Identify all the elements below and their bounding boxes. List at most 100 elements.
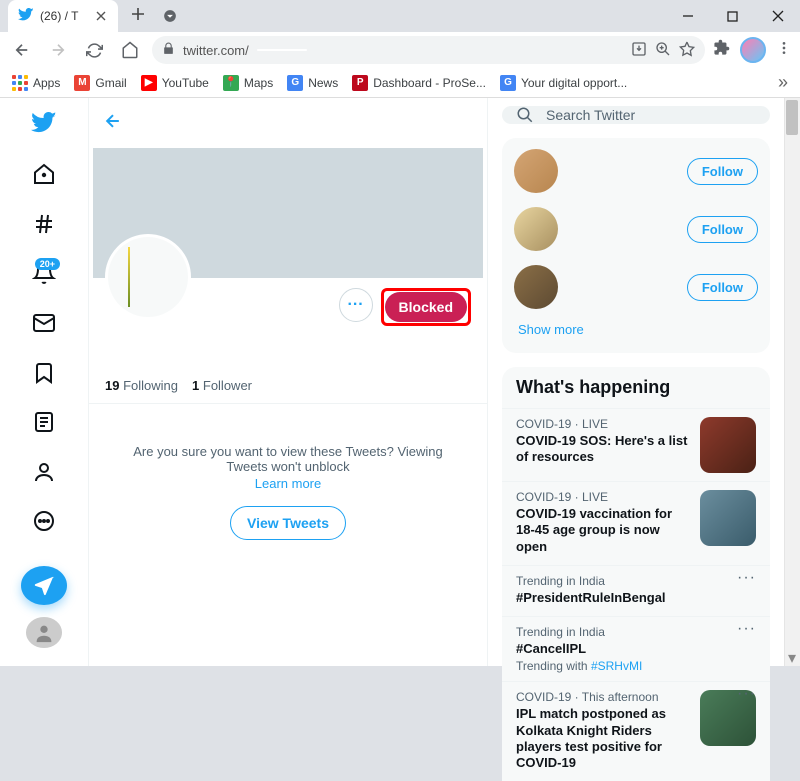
search-input[interactable]: Search Twitter: [502, 106, 770, 124]
nav-explore[interactable]: [22, 205, 66, 243]
trend-title: #CancelIPL: [516, 641, 756, 657]
bookmark-item[interactable]: ▶YouTube: [141, 75, 209, 91]
trend-title: #PresidentRuleInBengal: [516, 590, 756, 606]
bookmark-item[interactable]: GNews: [287, 75, 338, 91]
learn-more-link[interactable]: Learn more: [119, 476, 457, 491]
trend-thumbnail: [700, 417, 756, 473]
avatar: [514, 207, 558, 251]
nav-profile[interactable]: [22, 453, 66, 491]
home-button[interactable]: [116, 36, 144, 64]
avatar: [514, 265, 558, 309]
twitter-logo-icon[interactable]: [22, 106, 66, 144]
browser-toolbar: twitter.com/: [0, 32, 800, 68]
viewport: ▴ ▾ 20+: [0, 98, 800, 666]
nav-notifications[interactable]: 20+: [22, 255, 66, 293]
bookmark-label: Your digital opport...: [521, 76, 627, 90]
nav-home[interactable]: [22, 156, 66, 194]
bookmark-favicon-icon: G: [287, 75, 303, 91]
who-to-follow-card: Follow Follow Follow Show more: [502, 138, 770, 353]
trend-item[interactable]: COVID-19 · LIVE COVID-19 SOS: Here's a li…: [502, 408, 770, 481]
trend-meta: Trending in India: [516, 574, 756, 588]
trend-item[interactable]: COVID-19 · LIVECOVID-19 vaccination for …: [502, 481, 770, 565]
trend-more-icon[interactable]: ···: [737, 627, 756, 631]
right-sidebar: Search Twitter Follow Follow Follow Show…: [488, 98, 784, 666]
profile-avatar[interactable]: [105, 234, 191, 320]
trend-title: COVID-19 SOS: Here's a list of resources: [516, 433, 690, 466]
nav-more[interactable]: [22, 503, 66, 541]
trend-item[interactable]: Trending in India #CancelIPL Trending with…: [502, 616, 770, 681]
tab-search-icon[interactable]: [152, 9, 188, 23]
bookmarks-overflow-icon[interactable]: »: [778, 72, 788, 93]
install-app-icon[interactable]: [631, 41, 647, 60]
compose-tweet-button[interactable]: [21, 566, 67, 605]
close-window-button[interactable]: [755, 0, 800, 32]
nav-messages[interactable]: [22, 304, 66, 342]
blocked-highlight: Blocked: [381, 288, 471, 326]
url-host: twitter.com/: [183, 43, 249, 58]
bookmark-favicon-icon: G: [500, 75, 516, 91]
bookmark-favicon-icon: ▶: [141, 75, 157, 91]
bookmark-label: Maps: [244, 76, 273, 90]
trend-hashtag-link[interactable]: #SRHvMI: [591, 659, 642, 673]
back-button[interactable]: [8, 36, 36, 64]
whats-happening-header: What's happening: [502, 367, 770, 408]
scrollbar[interactable]: ▴ ▾: [784, 98, 800, 666]
trend-title: COVID-19 vaccination for 18-45 age group…: [516, 506, 690, 555]
trend-thumbnail: [700, 690, 756, 746]
window-title-bar: (26) / T: [0, 0, 800, 32]
trend-meta: Trending in India: [516, 625, 756, 639]
profile-avatar-icon[interactable]: [740, 37, 766, 63]
bookmark-favicon-icon: M: [74, 75, 90, 91]
profile-strip: ··· Blocked: [89, 278, 487, 332]
whats-happening-card: What's happening COVID-19 · LIVECOVID-19…: [502, 367, 770, 781]
trend-more-icon[interactable]: ···: [737, 692, 756, 696]
trend-item[interactable]: Trending in India #PresidentRuleInBengal ·…: [502, 565, 770, 616]
follow-button[interactable]: Follow: [687, 274, 758, 301]
trend-item[interactable]: COVID-19 · This afternoonIPL match postp…: [502, 681, 770, 781]
bookmark-star-icon[interactable]: [679, 41, 695, 60]
menu-icon[interactable]: [776, 40, 792, 61]
account-switcher[interactable]: [26, 617, 62, 648]
profile-more-button[interactable]: ···: [339, 288, 373, 322]
blocked-button[interactable]: Blocked: [385, 292, 467, 322]
view-tweets-button[interactable]: View Tweets: [230, 506, 346, 540]
avatar: [514, 149, 558, 193]
address-bar[interactable]: twitter.com/: [152, 36, 705, 64]
bookmarks-bar: Apps MGmail ▶YouTube 📍 Maps GNews PDashboard -…: [0, 68, 800, 98]
tab-close-icon[interactable]: [94, 9, 108, 23]
bookmark-item[interactable]: 📍 Maps: [223, 75, 273, 91]
follow-button[interactable]: Follow: [687, 216, 758, 243]
bookmark-item[interactable]: MGmail: [74, 75, 126, 91]
follow-button[interactable]: Follow: [687, 158, 758, 185]
tab-title: (26) / T: [40, 9, 88, 23]
show-more-link[interactable]: Show more: [514, 316, 758, 343]
trend-subtext: Trending with: [516, 659, 591, 673]
blocked-message-panel: Are you sure you want to view these Twee…: [89, 403, 487, 554]
following-stat[interactable]: 19 Following: [105, 378, 178, 393]
back-arrow-icon[interactable]: [103, 111, 123, 136]
zoom-icon[interactable]: [655, 41, 671, 60]
trend-more-icon[interactable]: ···: [737, 576, 756, 580]
suggested-user[interactable]: Follow: [514, 200, 758, 258]
suggested-user[interactable]: Follow: [514, 258, 758, 316]
nav-bookmarks[interactable]: [22, 354, 66, 392]
followers-stat[interactable]: 1 Follower: [192, 378, 252, 393]
new-tab-button[interactable]: [124, 0, 152, 28]
bookmark-favicon-icon: 📍: [223, 75, 239, 91]
scroll-down-icon[interactable]: ▾: [784, 650, 800, 666]
extensions-icon[interactable]: [713, 39, 730, 61]
bookmark-item[interactable]: G Your digital opport...: [500, 75, 627, 91]
bookmark-item[interactable]: PDashboard - ProSe...: [352, 75, 486, 91]
tab-strip: (26) / T: [0, 0, 152, 32]
scrollbar-thumb[interactable]: [786, 100, 798, 135]
browser-tab[interactable]: (26) / T: [8, 0, 118, 32]
maximize-button[interactable]: [710, 0, 755, 32]
nav-lists[interactable]: [22, 403, 66, 441]
minimize-button[interactable]: [665, 0, 710, 32]
trend-meta: COVID-19 · LIVE: [516, 417, 690, 431]
suggested-user[interactable]: Follow: [514, 142, 758, 200]
reload-button[interactable]: [80, 36, 108, 64]
window-controls: [665, 0, 800, 32]
bookmark-item[interactable]: Apps: [12, 75, 60, 91]
url-path: [257, 49, 307, 51]
